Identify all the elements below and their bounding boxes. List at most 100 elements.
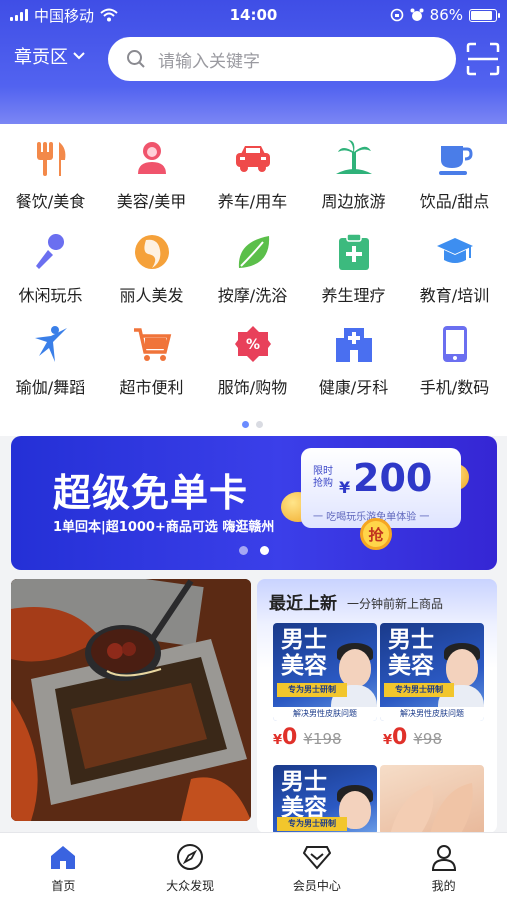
banner-page-indicator	[239, 546, 269, 555]
category-label: 健康/牙科	[318, 378, 389, 397]
search-icon	[127, 50, 145, 68]
product-band: 解决男性皮肤问题	[273, 707, 377, 721]
category-label: 养车/用车	[217, 192, 288, 211]
rotation-lock-icon	[390, 8, 403, 22]
category-leisure[interactable]: 休闲玩乐	[0, 232, 101, 306]
category-label: 养生理疗	[321, 286, 386, 305]
hospital-icon	[335, 328, 372, 362]
hair-icon	[134, 235, 169, 269]
battery-icon	[469, 8, 500, 22]
category-hair[interactable]: 丽人美发	[101, 232, 202, 306]
product-headline: 男士美容	[281, 769, 327, 821]
product-tagline: 专为男士研制	[384, 683, 454, 697]
tab-label: 大众发现	[166, 879, 215, 893]
car-icon	[235, 146, 270, 172]
palm-tree-icon	[335, 140, 372, 174]
alarm-icon	[410, 8, 424, 21]
page-dot	[242, 421, 249, 428]
microphone-icon	[35, 234, 64, 269]
bottom-tab-bar: 首页 大众发现 会员中心 我的	[0, 832, 507, 900]
scan-icon[interactable]	[466, 42, 500, 76]
shopping-cart-icon	[133, 328, 171, 361]
category-label: 手机/数码	[419, 378, 490, 397]
chevron-down-icon	[73, 52, 85, 60]
category-label: 超市便利	[119, 378, 184, 397]
massage-product-image[interactable]	[380, 765, 484, 833]
tab-home[interactable]: 首页	[0, 833, 127, 900]
category-page-indicator	[242, 421, 263, 428]
utensils-icon	[36, 142, 65, 176]
leaf-icon	[238, 236, 269, 268]
model-face	[446, 649, 478, 687]
product-band: 解决男性皮肤问题	[380, 707, 484, 721]
region-selector[interactable]: 章贡区	[14, 43, 86, 69]
category-shopping[interactable]: % 服饰/购物	[202, 324, 303, 398]
new-arrivals-subtitle: 一分钟前新上商品	[347, 597, 444, 611]
banner-dot	[260, 546, 269, 555]
hotpot-illustration	[11, 579, 251, 821]
user-icon	[431, 845, 456, 871]
grab-button[interactable]: 抢	[360, 518, 392, 550]
category-label: 饮品/甜点	[419, 192, 490, 211]
category-yoga[interactable]: 瑜伽/舞蹈	[0, 324, 101, 398]
category-label: 瑜伽/舞蹈	[15, 378, 86, 397]
category-massage[interactable]: 按摩/洗浴	[202, 232, 303, 306]
category-food[interactable]: 餐饮/美食	[0, 138, 101, 212]
tab-label: 首页	[51, 879, 76, 893]
region-label: 章贡区	[14, 47, 68, 68]
tab-member-center[interactable]: 会员中心	[254, 833, 381, 900]
voucher-limited-label: 限时抢购	[313, 466, 333, 489]
product-headline: 男士美容	[281, 627, 327, 679]
new-arrivals-panel: 最近上新 一分钟前新上商品 男士美容 专为男士研制 解决男性皮肤问题 ¥0 ¥1…	[257, 579, 497, 833]
category-supermarket[interactable]: 超市便利	[101, 324, 202, 398]
price-old: ¥98	[413, 730, 442, 748]
product-card[interactable]: 男士美容 专为男士研制	[273, 765, 377, 833]
search-bar[interactable]: 请输入关键字	[108, 37, 456, 81]
category-education[interactable]: 教育/培训	[404, 232, 505, 306]
voucher-amount: 200	[353, 456, 433, 500]
tab-label: 会员中心	[292, 879, 341, 893]
cup-icon	[438, 146, 473, 175]
price-old: ¥198	[303, 730, 342, 748]
tab-profile[interactable]: 我的	[380, 833, 507, 900]
new-arrivals-title: 最近上新	[269, 594, 337, 614]
category-label: 餐饮/美食	[15, 192, 86, 211]
price-now: ¥0	[273, 725, 298, 750]
featured-hotpot-image[interactable]	[11, 579, 251, 821]
svg-text:%: %	[245, 337, 259, 353]
category-car[interactable]: 养车/用车	[202, 138, 303, 212]
discount-tag-icon: %	[234, 326, 271, 362]
tab-discover[interactable]: 大众发现	[127, 833, 254, 900]
product-card[interactable]: 男士美容 专为男士研制 解决男性皮肤问题	[380, 623, 484, 721]
product-tagline: 专为男士研制	[277, 817, 347, 831]
voucher-card: 限时抢购 ¥ 200 一 吃喝玩乐游免单体验 一	[301, 448, 461, 528]
home-icon	[51, 846, 76, 869]
category-grid: 餐饮/美食 美容/美甲 养车/用车 周边旅游 饮品/甜点 休闲玩乐 丽人美发 按…	[0, 124, 507, 436]
category-digital[interactable]: 手机/数码	[404, 324, 505, 398]
promo-banner[interactable]: 超级免单卡 1单回本|超1000+商品可选 嗨逛赣州 限时抢购 ¥ 200 一 …	[11, 436, 497, 570]
graduation-cap-icon	[436, 238, 473, 263]
banner-title: 超级免单卡	[53, 471, 249, 515]
voucher-currency: ¥	[339, 478, 351, 497]
medical-kit-icon	[338, 233, 369, 270]
category-label: 服饰/购物	[217, 378, 288, 397]
smartphone-icon	[442, 326, 467, 362]
banner-subtitle: 1单回本|超1000+商品可选 嗨逛赣州	[53, 520, 275, 535]
page-dot	[256, 421, 263, 428]
category-beauty[interactable]: 美容/美甲	[101, 138, 202, 212]
category-travel[interactable]: 周边旅游	[303, 138, 404, 212]
category-health[interactable]: 健康/牙科	[303, 324, 404, 398]
product-headline: 男士美容	[388, 627, 434, 679]
category-label: 美容/美甲	[116, 192, 187, 211]
product-price: ¥0 ¥198	[273, 725, 342, 750]
category-drinks[interactable]: 饮品/甜点	[404, 138, 505, 212]
product-card[interactable]: 男士美容 专为男士研制 解决男性皮肤问题	[273, 623, 377, 721]
status-bar: 中国移动 14:00 86%	[0, 0, 507, 30]
category-label: 休闲玩乐	[18, 286, 83, 305]
tab-label: 我的	[431, 879, 456, 893]
battery-percent: 86%	[429, 6, 463, 24]
search-input[interactable]: 请输入关键字	[158, 47, 260, 72]
category-wellness[interactable]: 养生理疗	[303, 232, 404, 306]
category-label: 丽人美发	[119, 286, 184, 305]
category-label: 周边旅游	[321, 192, 386, 211]
